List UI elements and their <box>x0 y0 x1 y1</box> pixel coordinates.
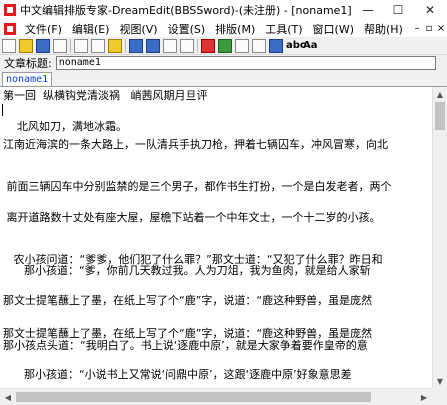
text-caret <box>2 104 3 116</box>
mdi-close-button[interactable]: × <box>435 23 447 34</box>
doc-title-input[interactable]: noname1 <box>55 56 436 70</box>
menu-bar: 文件(F) 编辑(E) 视图(V) 设置(S) 排版(M) 工具(T) 窗口(W… <box>0 20 447 37</box>
vertical-scroll-thumb[interactable] <box>435 102 445 130</box>
cut-icon[interactable] <box>74 38 88 53</box>
menu-file[interactable]: 文件(F) <box>20 21 67 37</box>
menu-tools[interactable]: 工具(T) <box>260 21 307 37</box>
doc-title-row: 文章标题: noname1 <box>0 55 447 71</box>
wrap-icon[interactable] <box>269 38 283 53</box>
replace-icon[interactable] <box>180 38 194 53</box>
mdi-minimize-button[interactable]: – <box>411 23 423 34</box>
abc-icon[interactable]: abc <box>286 39 306 53</box>
text-line: 北风如刀，满地冰霜。 <box>3 120 127 133</box>
text-line: 第一回 纵横钩党清淡祸 峭茜风期月旦评 <box>3 89 208 102</box>
document-icon[interactable] <box>4 22 16 35</box>
text-line: 前面三辆囚车中分别监禁的是三个男子，都作书生打扮，一个是白发老者，两个 <box>3 180 392 193</box>
scrollbar-corner <box>432 388 447 405</box>
new-icon[interactable] <box>2 38 16 53</box>
redo-icon[interactable] <box>146 38 160 53</box>
menu-settings[interactable]: 设置(S) <box>163 21 211 37</box>
text-line: 那小孩道：“小说书上又常说‘问鼎中原’，这跟‘逐鹿中原’好象意思差 <box>3 368 352 381</box>
menu-layout[interactable]: 排版(M) <box>210 21 260 37</box>
scroll-left-icon[interactable]: ◀ <box>1 390 15 404</box>
mdi-restore-button[interactable]: ▫ <box>423 23 435 34</box>
text-line: 那小孩道：“爹，你前几天教过我。人为刀俎，我为鱼肉，就是给人家斩 <box>3 264 371 277</box>
scroll-down-icon[interactable]: ▼ <box>433 374 447 388</box>
mdi-controls: – ▫ × <box>411 23 447 34</box>
vertical-scrollbar[interactable]: ▲ ▼ <box>432 87 447 388</box>
window-title: 中文编辑排版专家-DreamEdit(BBSSword)-(未注册) - [no… <box>20 4 352 17</box>
scroll-right-icon[interactable]: ▶ <box>417 390 431 404</box>
format-icon[interactable] <box>201 38 215 53</box>
title-bar: 中文编辑排版专家-DreamEdit(BBSSword)-(未注册) - [no… <box>0 0 447 20</box>
undo-icon[interactable] <box>129 38 143 53</box>
minimize-button[interactable]: — <box>353 0 383 20</box>
toolbar-separator <box>70 38 71 53</box>
menu-view[interactable]: 视图(V) <box>114 21 162 37</box>
text-line: 那小孩点头道：“我明白了。书上说‘逐鹿中原’，就是大家争着要作皇帝的意 <box>3 339 368 352</box>
document-tabs: noname1 <box>0 72 447 87</box>
text-A-icon[interactable]: Aa <box>303 39 318 53</box>
print-icon[interactable] <box>53 38 67 53</box>
toolbar-separator <box>197 38 198 53</box>
text-line: 那文士提笔蘸上了墨，在纸上写了个“鹿”字，说道：“鹿这种野兽，虽是庞然 <box>3 294 373 307</box>
toolbar: abc Aa <box>0 37 447 55</box>
find-icon[interactable] <box>163 38 177 53</box>
editor-area[interactable]: 第一回 纵横钩党清淡祸 峭茜风期月旦评 北风如刀，满地冰霜。 江南近海滨的一条大… <box>0 87 432 388</box>
outdent-icon[interactable] <box>252 38 266 53</box>
layout-icon[interactable] <box>218 38 232 53</box>
paste-icon[interactable] <box>108 38 122 53</box>
menu-edit[interactable]: 编辑(E) <box>67 21 115 37</box>
app-icon[interactable] <box>4 4 16 16</box>
scroll-up-icon[interactable]: ▲ <box>433 87 447 101</box>
menu-window[interactable]: 窗口(W) <box>308 21 359 37</box>
save-icon[interactable] <box>36 38 50 53</box>
text-line: 离开道路数十丈处有座大屋，屋檐下站着一个中年文士，一个十二岁的小孩。 <box>3 211 381 224</box>
maximize-button[interactable]: ☐ <box>383 0 413 20</box>
horizontal-scroll-thumb[interactable] <box>16 392 371 402</box>
toolbar-separator <box>125 38 126 53</box>
open-icon[interactable] <box>19 38 33 53</box>
window-controls: — ☐ ✕ <box>353 0 447 20</box>
menu-help[interactable]: 帮助(H) <box>359 21 408 37</box>
close-button[interactable]: ✕ <box>413 0 447 20</box>
indent-icon[interactable] <box>235 38 249 53</box>
text-line: 江南近海滨的一条大路上，一队清兵手执刀枪，押着七辆囚车，冲风冒寒，向北 <box>3 138 388 151</box>
tab-noname1[interactable]: noname1 <box>2 72 53 86</box>
horizontal-scrollbar[interactable]: ◀ ▶ <box>0 388 432 405</box>
copy-icon[interactable] <box>91 38 105 53</box>
doc-title-label: 文章标题: <box>4 57 52 70</box>
